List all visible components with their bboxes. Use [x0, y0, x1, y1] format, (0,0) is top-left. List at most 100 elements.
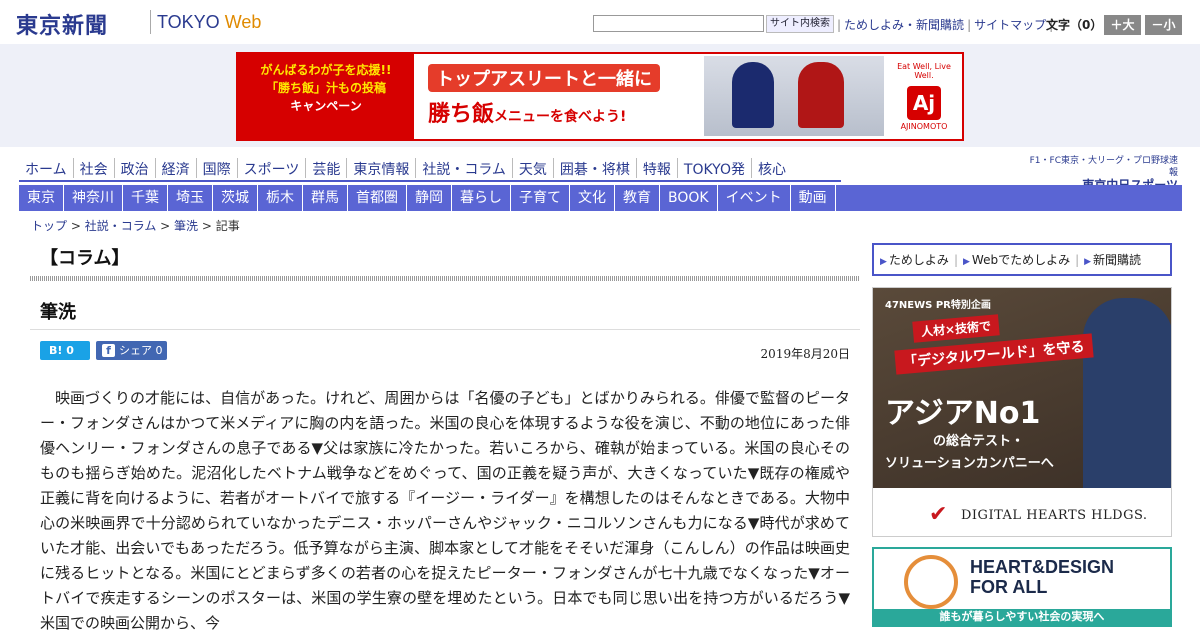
ad-subheadline: 勝ち飯メニューを食べよう! — [428, 96, 626, 128]
breadcrumb-section[interactable]: 社説・コラム — [85, 219, 157, 233]
nav-international[interactable]: 国際 — [197, 158, 238, 178]
ad3-tagline: 誰もが暮らしやすい社会の実現へ — [874, 609, 1170, 625]
subscribe-link[interactable]: ▶ 新聞購読 — [1084, 251, 1146, 268]
ad-campaign-panel: がんばるわが子を応援!! 「勝ち飯」汁もの投稿 キャンペーン — [238, 54, 414, 139]
subscription-links: ▶ ためしよみ | ▶ Webでためしよみ | ▶ 新聞購読 — [872, 243, 1172, 276]
ad2-brand: DIGITAL HEARTS HLDGS. — [961, 508, 1148, 523]
ad-kachimeshi: 勝ち飯 — [428, 102, 495, 127]
nav-go-shogi[interactable]: 囲碁・将棋 — [554, 158, 637, 178]
nav2-gunma[interactable]: 群馬 — [303, 185, 348, 211]
nav-tokyo-info[interactable]: 東京情報 — [347, 158, 417, 178]
arrow-right-icon: ▶ — [1084, 257, 1092, 267]
font-bigger-button[interactable]: ＋大 — [1104, 15, 1141, 35]
ad3-title: HEART&DESIGN FOR ALL — [970, 557, 1114, 597]
ad2-headline: アジアNo1 — [885, 396, 1041, 431]
ad-brand-tagline: Eat Well, Live Well. — [897, 62, 951, 80]
ad-brand-name: AJINOMOTO — [900, 122, 948, 131]
nav-special-report[interactable]: 特報 — [637, 158, 678, 178]
site-search-button[interactable]: サイト内検索 — [766, 15, 834, 33]
logo-tokyo: TOKYO — [157, 12, 220, 32]
ad2-label: 47NEWS PR特別企画 — [885, 300, 991, 311]
sidebar-ad-digital-hearts[interactable]: 47NEWS PR特別企画 人材×技術で 「デジタルワールド」を守る アジアNo… — [872, 287, 1172, 537]
heart-design-logo-icon — [904, 555, 958, 609]
ad-brand: Eat Well, Live Well. Aj AJINOMOTO — [888, 62, 960, 131]
nav2-tokyo[interactable]: 東京 — [19, 185, 64, 211]
nav2-tochigi[interactable]: 栃木 — [258, 185, 303, 211]
article-title: 筆洗 — [40, 302, 76, 323]
breadcrumb-top[interactable]: トップ — [31, 219, 67, 233]
arrow-right-icon: ▶ — [880, 257, 887, 267]
font-smaller-button[interactable]: －小 — [1145, 15, 1182, 35]
ad2-sub-1: の総合テスト・ — [933, 434, 1025, 449]
ad-athlete-2 — [798, 62, 844, 128]
hatena-bookmark-button[interactable]: B! 0 — [40, 341, 90, 360]
nav2-education[interactable]: 教育 — [615, 185, 660, 211]
nav2-ibaraki[interactable]: 茨城 — [213, 185, 258, 211]
breadcrumb: トップ > 社説・コラム > 筆洗 > 記事 — [31, 219, 240, 233]
title-underline — [30, 329, 860, 330]
nav2-book[interactable]: BOOK — [660, 185, 718, 211]
facebook-share-label: シェア 0 — [119, 344, 163, 357]
ajinomoto-logo: Aj — [907, 86, 941, 120]
facebook-share-button[interactable]: f シェア 0 — [96, 341, 167, 360]
ad2-person-photo — [1083, 298, 1171, 488]
breadcrumb-sub[interactable]: 筆洗 — [174, 219, 198, 233]
nav-economy[interactable]: 経済 — [156, 158, 197, 178]
nav2-shizuoka[interactable]: 静岡 — [407, 185, 452, 211]
nav2-saitama[interactable]: 埼玉 — [168, 185, 213, 211]
nav2-events[interactable]: イベント — [718, 185, 791, 211]
nav2-living[interactable]: 暮らし — [452, 185, 511, 211]
ad-campaign-line1: がんばるわが子を応援!! — [260, 63, 392, 77]
web-trial-read-link[interactable]: ▶ Webでためしよみ — [963, 251, 1075, 268]
search-input[interactable] — [593, 15, 764, 32]
nav-politics[interactable]: 政治 — [115, 158, 156, 178]
ad-headline: トップアスリートと一緒に — [428, 64, 660, 92]
nav2-culture[interactable]: 文化 — [570, 185, 615, 211]
nav-weather[interactable]: 天気 — [513, 158, 554, 178]
nav-editorial-column[interactable]: 社説・コラム — [416, 158, 513, 178]
nav2-chiba[interactable]: 千葉 — [123, 185, 168, 211]
logo-web-word: Web — [224, 12, 262, 32]
ad-campaign-line2: 「勝ち飯」汁もの投稿 — [265, 81, 386, 95]
ad3-title-line1: HEART&DESIGN — [970, 557, 1115, 577]
site-logo-web[interactable]: TOKYO Web — [157, 12, 261, 33]
ad2-footer: ✔ DIGITAL HEARTS HLDGS. — [873, 488, 1171, 536]
primary-nav: ホーム 社会 政治 経済 国際 スポーツ 芸能 東京情報 社説・コラム 天気 囲… — [19, 158, 841, 182]
nav-entertainment[interactable]: 芸能 — [306, 158, 348, 178]
section-heading: 【コラム】 — [40, 248, 130, 269]
facebook-icon: f — [102, 344, 115, 357]
utility-links: | ためしよみ・新聞購読 | サイトマップ | — [837, 18, 1054, 32]
font-size-label: 文字（0） — [1046, 18, 1103, 32]
nav2-kanagawa[interactable]: 神奈川 — [64, 185, 123, 211]
ad-campaign-line3: キャンペーン — [290, 99, 362, 113]
site-header: 東京新聞 TOKYO Web サイト内検索 | ためしよみ・新聞購読 | サイトマップ… — [0, 0, 1200, 44]
banner-ad[interactable]: がんばるわが子を応援!! 「勝ち飯」汁もの投稿 キャンペーン トップアスリートと… — [236, 52, 964, 141]
ad3-title-line2: FOR ALL — [970, 577, 1048, 597]
subscribe-label: 新聞購読 — [1093, 253, 1142, 267]
nav-sports[interactable]: スポーツ — [238, 158, 307, 178]
arrow-right-icon: ▶ — [962, 257, 970, 267]
trial-subscribe-link[interactable]: ためしよみ・新聞購読 — [844, 18, 964, 32]
sidebar-ad-heart-design[interactable]: HEART&DESIGN FOR ALL 誰もが暮らしやすい社会の実現へ — [872, 547, 1172, 627]
web-trial-read-label: Webでためしよみ — [971, 253, 1071, 267]
nav-tokyo-hatsu[interactable]: TOKYO発 — [678, 158, 752, 178]
nav2-metropolitan[interactable]: 首都圏 — [348, 185, 407, 211]
breadcrumb-current: 記事 — [215, 219, 240, 233]
nav2-video[interactable]: 動画 — [791, 185, 836, 211]
trial-read-link[interactable]: ▶ ためしよみ — [880, 251, 954, 268]
secondary-nav: 東京 神奈川 千葉 埼玉 茨城 栃木 群馬 首都圏 静岡 暮らし 子育て 文化 … — [19, 185, 1182, 211]
section-divider — [30, 276, 860, 281]
trial-read-label: ためしよみ — [888, 253, 949, 267]
site-logo[interactable]: 東京新聞 — [16, 8, 108, 40]
sitemap-link[interactable]: サイトマップ — [974, 18, 1046, 32]
logo-divider — [150, 10, 151, 34]
nav-home[interactable]: ホーム — [19, 158, 74, 178]
ad-athlete-1 — [732, 62, 774, 128]
article-date: 2019年8月20日 — [760, 347, 850, 361]
ad-athletes-photo — [704, 56, 884, 136]
nav-society[interactable]: 社会 — [74, 158, 115, 178]
nav-core[interactable]: 核心 — [752, 158, 792, 178]
nav2-parenting[interactable]: 子育て — [511, 185, 570, 211]
chunichi-tagline: F1・FC東京・大リーグ・プロ野球速報 — [1029, 156, 1178, 178]
article-body: 映画づくりの才能には、自信があった。けれど、周囲からは「名優の子ども」とばかりみ… — [40, 389, 850, 630]
